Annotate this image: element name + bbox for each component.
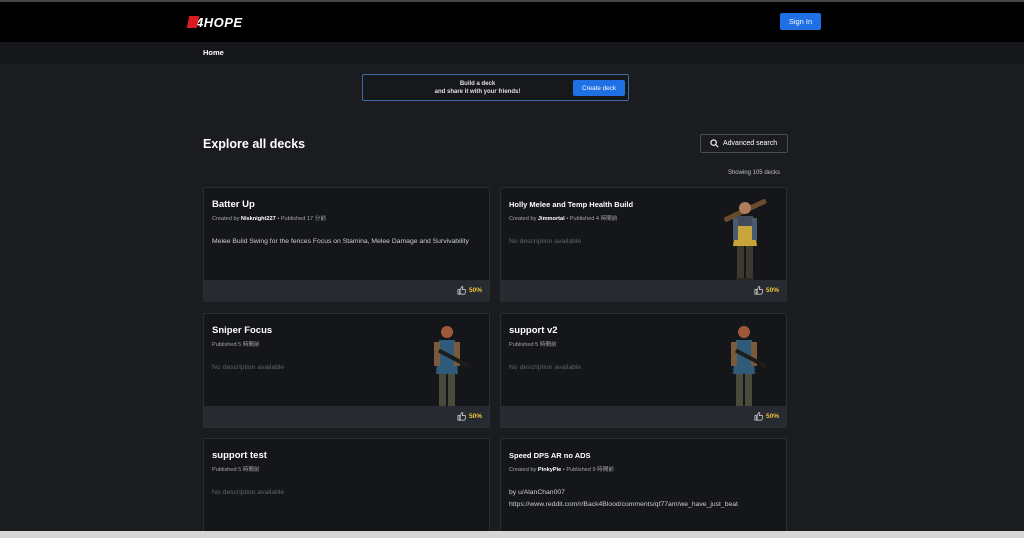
deck-meta: Published 5 時間前 [212,465,260,473]
description-link[interactable]: https://www.reddit.com/r/Back4Blood/comm… [509,499,779,511]
deck-card[interactable]: Speed DPS AR no ADS Created by PinkyPie … [500,438,787,538]
breadcrumb-bar: Home [0,42,1024,64]
deck-card[interactable]: Sniper Focus Published 5 時間前 No descript… [203,313,490,428]
rating-value: 50% [765,413,779,420]
deck-author[interactable]: Nisknight227 [241,216,276,222]
deck-description: by u/AlanChan007 https://www.reddit.com/… [509,487,779,511]
created-by-prefix: Created by [509,216,538,222]
deck-published: Published 5 時間前 [212,342,260,348]
banner-line-2: and share it with your friends! [434,89,521,95]
site-logo[interactable]: 4HOPE [186,13,243,31]
deck-title: support v2 [509,325,558,336]
deck-meta: Published 5 時間前 [509,340,557,348]
logo-text: 4HOPE [196,14,243,30]
banner-line-1: Build a deck [459,81,496,87]
horizontal-scrollbar[interactable] [0,531,1024,538]
thumbs-up-icon [457,286,466,295]
rating-value: 50% [468,287,482,294]
deck-card[interactable]: Batter Up Created by Nisknight227 • Publ… [203,187,490,302]
thumbs-up-icon [754,286,763,295]
deck-title: Speed DPS AR no ADS [509,451,591,460]
page-title: Explore all decks [203,137,306,151]
deck-published: Published 17 分前 [280,216,326,222]
deck-published: Published 5 時間前 [509,342,557,348]
deck-rating: 50% [754,412,779,421]
advanced-search-label: Advanced search [723,140,778,147]
create-deck-button[interactable]: Create deck [573,80,625,96]
created-by-prefix: Created by [509,467,538,473]
create-deck-banner: Build a deck and share it with your frie… [362,74,629,101]
deck-footer: 50% [501,406,786,427]
deck-title: support test [212,450,267,461]
thumbs-up-icon [457,412,466,421]
thumbs-up-icon [754,412,763,421]
deck-author[interactable]: PinkyPie [538,467,561,473]
rating-value: 50% [468,413,482,420]
top-navbar: 4HOPE Sign In [0,0,1024,42]
deck-title: Sniper Focus [212,325,273,336]
deck-published: Published 4 時間前 [569,216,618,222]
deck-count-text: Showing 105 decks [727,170,780,176]
deck-rating: 50% [457,412,482,421]
deck-meta: Created by Jimmortal • Published 4 時間前 [509,216,618,222]
deck-published: Published 5 時間前 [212,467,260,473]
deck-rating: 50% [457,286,482,295]
banner-text: Build a deck and share it with your frie… [405,80,550,96]
deck-author[interactable]: Jimmortal [538,216,565,222]
deck-card[interactable]: support test Published 5 時間前 No descript… [203,438,490,538]
deck-footer: 50% [204,280,489,301]
created-by-prefix: Created by [212,216,241,222]
deck-meta: Created by PinkyPie • Published 9 時間前 [509,467,614,473]
deck-title: Holly Melee and Temp Health Build [509,200,634,209]
advanced-search-button[interactable]: Advanced search [700,134,788,153]
deck-rating: 50% [754,286,779,295]
search-icon [710,139,719,148]
description-line: by u/AlanChan007 [509,489,565,496]
deck-title: Batter Up [212,199,255,210]
deck-description: Melee Build Swing for the fences Focus o… [212,238,469,245]
rating-value: 50% [765,287,779,294]
deck-published: Published 9 時間前 [566,467,614,473]
deck-description: No description available [212,489,285,496]
deck-meta: Published 5 時間前 [212,340,260,348]
deck-card[interactable]: support v2 Published 5 時間前 No descriptio… [500,313,787,428]
deck-footer: 50% [501,280,786,301]
deck-meta: Created by Nisknight227 • Published 17 分… [212,216,326,222]
deck-card[interactable]: Holly Melee and Temp Health Build Create… [500,187,787,302]
home-link[interactable]: Home [203,48,224,57]
sign-in-button[interactable]: Sign In [780,13,821,30]
deck-footer: 50% [204,406,489,427]
character-portrait [723,199,767,283]
